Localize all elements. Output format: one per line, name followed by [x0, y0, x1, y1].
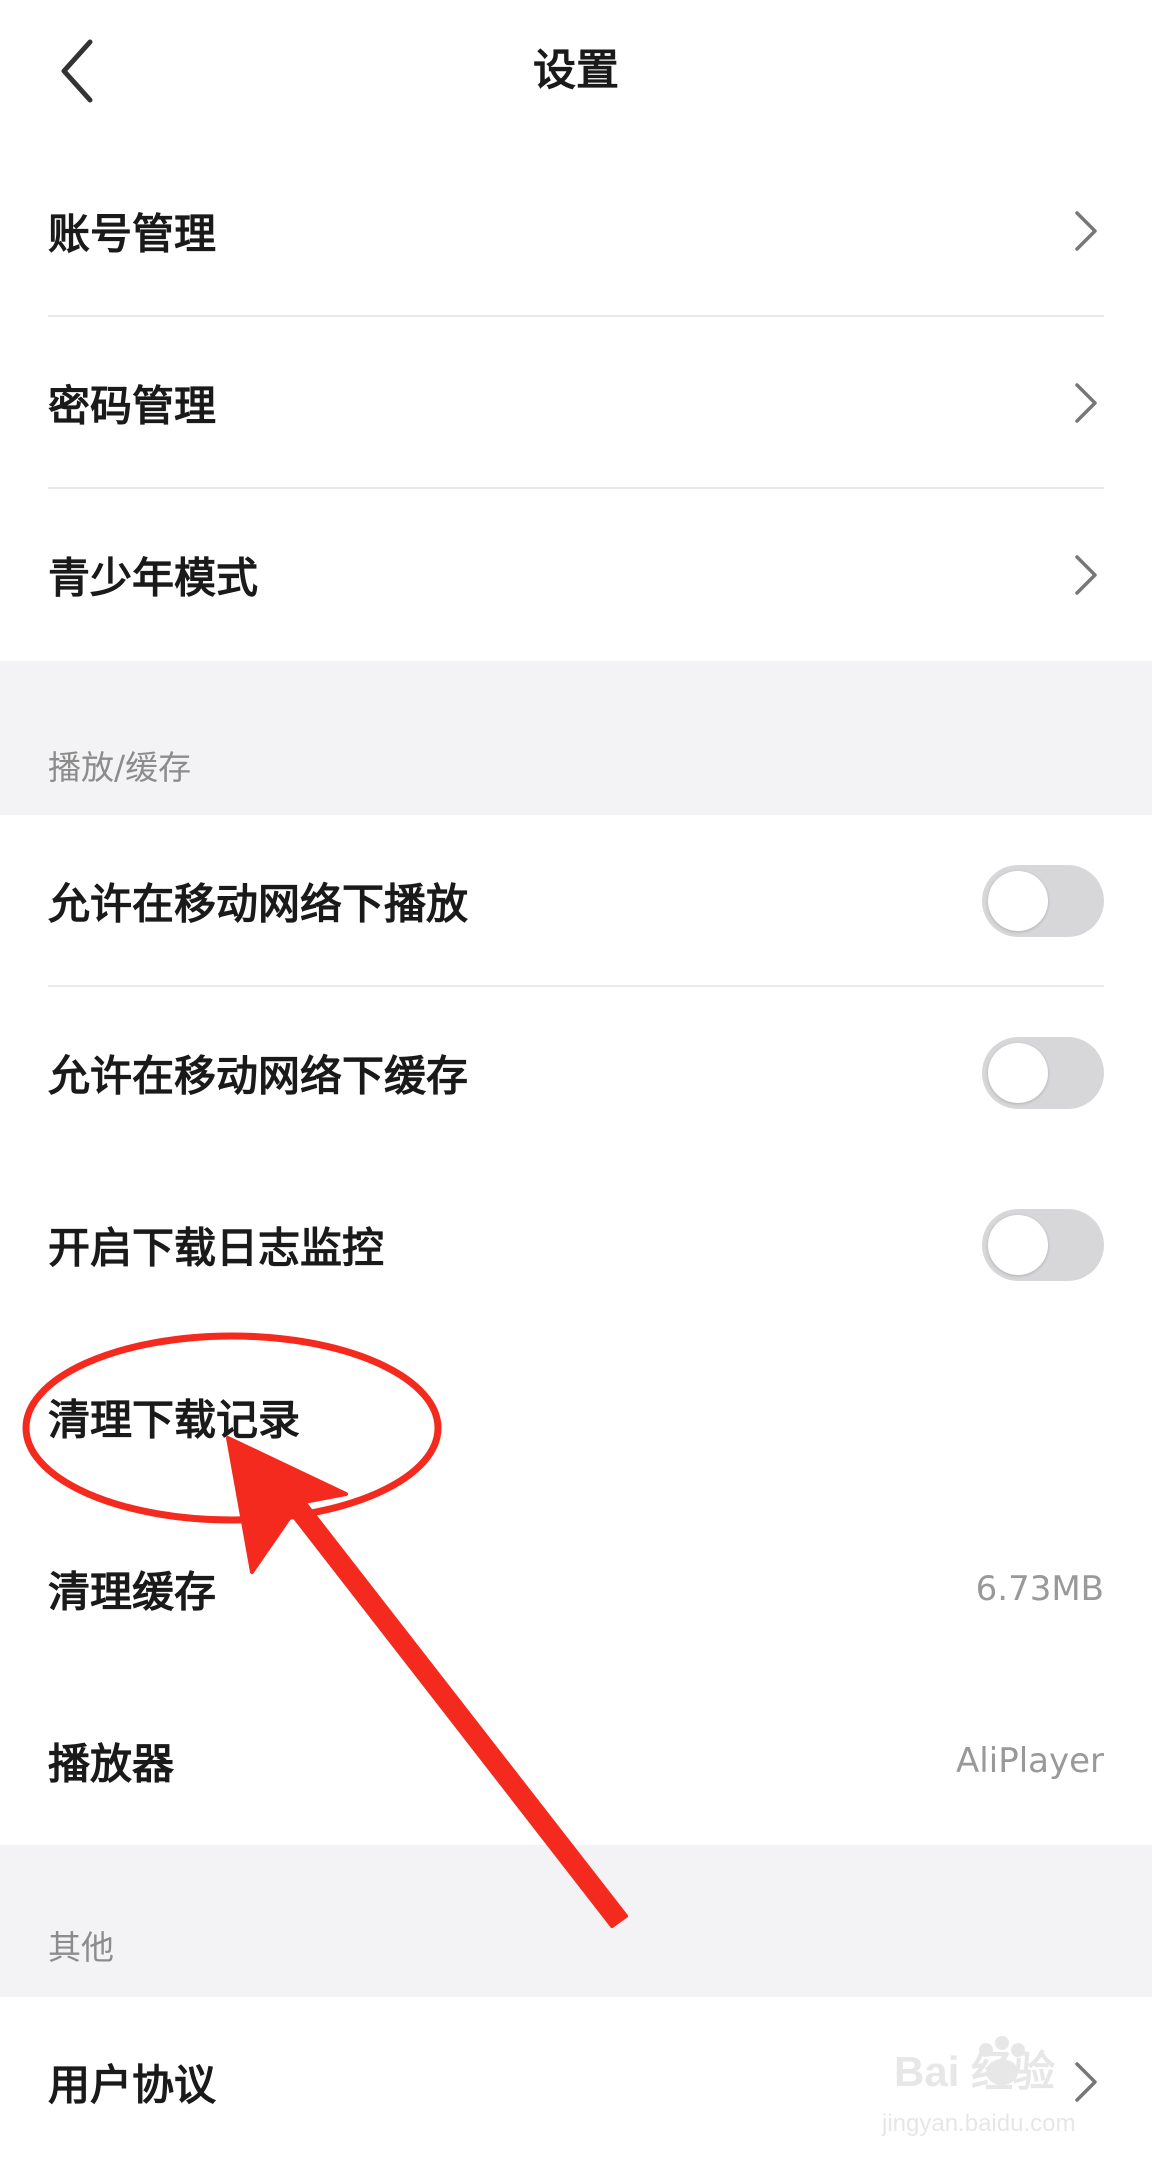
settings-item-label: 允许在移动网络下缓存 — [48, 1051, 469, 1101]
cache-size-value: 6.73MB — [975, 1569, 1104, 1609]
settings-item-label: 清理缓存 — [48, 1567, 217, 1617]
toggle-knob — [988, 871, 1048, 931]
baidu-jingyan-watermark: Bai 经验 jingyan.baidu.com — [880, 2030, 1120, 2150]
settings-item-account-management[interactable]: 账号管理 — [0, 145, 1152, 317]
page-title: 设置 — [533, 46, 619, 96]
mobile-cache-toggle[interactable] — [982, 1037, 1104, 1109]
player-name-value: AliPlayer — [956, 1741, 1104, 1781]
paw-logo-icon — [979, 2036, 1025, 2085]
settings-item-allow-mobile-cache: 允许在移动网络下缓存 — [0, 987, 1152, 1159]
settings-item-allow-mobile-play: 允许在移动网络下播放 — [0, 815, 1152, 987]
settings-item-player[interactable]: 播放器 AliPlayer — [0, 1675, 1152, 1847]
section-header-playback: 播放/缓存 — [0, 661, 1152, 815]
settings-item-download-log-monitor: 开启下载日志监控 — [0, 1159, 1152, 1331]
settings-item-clear-cache[interactable]: 清理缓存 6.73MB — [0, 1503, 1152, 1675]
top-bar: 设置 — [0, 0, 1152, 150]
download-log-toggle[interactable] — [982, 1209, 1104, 1281]
section-header-other: 其他 — [0, 1845, 1152, 1997]
toggle-knob — [988, 1043, 1048, 1103]
settings-item-label: 青少年模式 — [48, 553, 259, 603]
settings-item-label: 用户协议 — [48, 2060, 217, 2110]
settings-item-teen-mode[interactable]: 青少年模式 — [0, 489, 1152, 661]
settings-item-label: 开启下载日志监控 — [48, 1223, 385, 1273]
section-title: 播放/缓存 — [48, 748, 192, 787]
settings-item-label: 清理下载记录 — [48, 1395, 301, 1445]
settings-item-label: 密码管理 — [48, 381, 217, 431]
chevron-right-icon — [1075, 383, 1097, 423]
section-title: 其他 — [48, 1928, 114, 1967]
settings-item-password-management[interactable]: 密码管理 — [0, 317, 1152, 489]
settings-item-clear-download-records[interactable]: 清理下载记录 — [0, 1331, 1152, 1503]
mobile-play-toggle[interactable] — [982, 865, 1104, 937]
toggle-knob — [988, 1215, 1048, 1275]
chevron-right-icon — [1075, 555, 1097, 595]
settings-item-label: 播放器 — [48, 1739, 175, 1789]
chevron-right-icon — [1075, 211, 1097, 251]
settings-item-label: 允许在移动网络下播放 — [48, 879, 469, 929]
settings-item-label: 账号管理 — [48, 209, 217, 259]
watermark-url: jingyan.baidu.com — [882, 2110, 1076, 2137]
